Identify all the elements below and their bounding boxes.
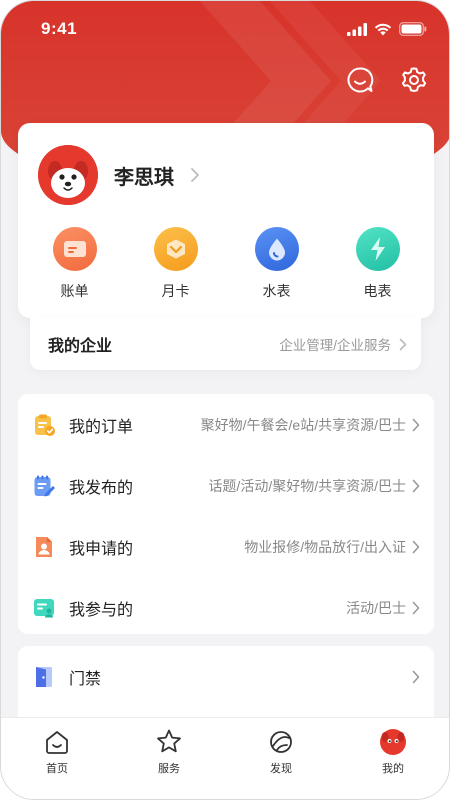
clipboard-check-icon: [32, 413, 56, 437]
quick-action-month-card[interactable]: 月卡: [136, 227, 216, 301]
my-company-row[interactable]: 我的企业 企业管理/企业服务: [30, 318, 421, 370]
wifi-icon: [374, 23, 392, 35]
home-icon: [43, 728, 71, 756]
chevron-right-icon: [412, 540, 420, 554]
tab-services[interactable]: 服务: [124, 728, 214, 799]
tab-label: 服务: [158, 763, 180, 775]
chevron-right-icon: [412, 479, 420, 493]
water-drop-icon: [254, 227, 299, 271]
bottom-tab-bar: 首页 服务 发现 我的: [1, 717, 449, 799]
menu-item-title: 我申请的: [69, 540, 134, 558]
door-icon: [32, 665, 56, 689]
menu-item-subtitle: 活动/巴士: [346, 599, 406, 616]
menu-item-title: 门禁: [69, 671, 102, 688]
planet-glyph: [270, 731, 292, 753]
edit-note-glyph: [34, 475, 55, 496]
tab-discover[interactable]: 发现: [236, 728, 326, 799]
bill-icon: [52, 227, 97, 271]
quick-action-label: 月卡: [161, 283, 190, 299]
tab-mine[interactable]: 我的: [348, 728, 438, 799]
tab-label: 我的: [382, 763, 404, 775]
signal-icon: [347, 22, 367, 36]
month-card-glyph: [166, 239, 185, 259]
bill-glyph: [63, 241, 86, 257]
quick-action-electric-meter[interactable]: 电表: [338, 227, 418, 301]
chevron-glyph: [412, 601, 420, 614]
menu-item-subtitle: 物业报修/物品放行/出入证: [244, 538, 406, 555]
planet-icon: [267, 728, 295, 756]
menu-item-title: 我发布的: [69, 479, 134, 497]
star-glyph: [157, 729, 181, 753]
lightning-icon: [355, 227, 400, 271]
menu-item-my-orders[interactable]: 我的订单 聚好物/午餐会/e站/共享资源/巴士: [18, 394, 434, 455]
phone-screen: 9:41 李思琪 账单 月卡 水表 电表 我的企业 企业管理/企业服务 我的订单…: [0, 0, 450, 800]
chat-bubble-icon: [347, 67, 374, 93]
chevron-right-icon: [412, 670, 420, 684]
battery-icon: [399, 22, 427, 36]
tab-label: 首页: [46, 763, 68, 775]
chevron-right-icon: [412, 601, 420, 615]
profile-card: 李思琪 账单 月卡 水表 电表: [18, 123, 434, 318]
lightning-glyph: [370, 237, 385, 261]
id-card-icon: [32, 596, 56, 620]
user-profile-link[interactable]: 李思琪: [38, 145, 200, 205]
clipboard-glyph: [35, 414, 55, 436]
month-card-icon: [153, 227, 198, 271]
menu-item-my-applications[interactable]: 我申请的 物业报修/物品放行/出入证: [18, 516, 434, 577]
quick-action-label: 电表: [363, 283, 392, 299]
mascot-face-glyph: [380, 729, 406, 755]
user-name: 李思琪: [114, 166, 174, 189]
application-person-icon: [32, 535, 56, 559]
avatar: [38, 145, 98, 205]
status-bar: 9:41: [1, 1, 449, 57]
company-links-text: 企业管理/企业服务: [279, 338, 391, 353]
chevron-glyph: [412, 479, 420, 492]
id-card-glyph: [34, 598, 54, 617]
application-glyph: [36, 536, 52, 557]
quick-action-bill[interactable]: 账单: [35, 227, 115, 301]
message-button[interactable]: [345, 65, 375, 95]
home-glyph: [46, 731, 68, 754]
door-glyph: [36, 667, 52, 687]
menu-item-my-posts[interactable]: 我发布的 话题/活动/聚好物/共享资源/巴士: [18, 455, 434, 516]
edit-note-icon: [32, 474, 56, 498]
menu-item-my-participation[interactable]: 我参与的 活动/巴士: [18, 577, 434, 638]
header-actions: [345, 65, 429, 95]
dog-mascot-avatar-icon: [38, 145, 98, 205]
tab-label: 发现: [270, 763, 292, 775]
quick-action-water-meter[interactable]: 水表: [237, 227, 317, 301]
chevron-right-icon: [399, 338, 407, 350]
gear-icon: [401, 67, 427, 92]
quick-actions: 账单 月卡 水表 电表: [18, 227, 434, 301]
status-time: 9:41: [41, 19, 78, 38]
chevron-glyph: [412, 670, 420, 684]
access-control-card: 门禁: [18, 646, 434, 718]
activity-menu-card: 我的订单 聚好物/午餐会/e站/共享资源/巴士 我发布的 话题/活动/聚好物/共: [18, 394, 434, 634]
chevron-right-icon: [412, 418, 420, 432]
water-drop-glyph: [268, 238, 285, 261]
chevron-glyph: [412, 418, 420, 431]
quick-action-label: 水表: [262, 283, 291, 299]
company-title: 我的企业: [48, 338, 113, 355]
menu-item-access-control[interactable]: 门禁: [18, 646, 434, 708]
status-icons: [347, 22, 427, 36]
chevron-glyph: [412, 540, 420, 553]
company-links: 企业管理/企业服务: [279, 334, 407, 354]
menu-item-title: 我的订单: [69, 418, 134, 436]
mascot-face-icon: [379, 728, 407, 756]
tab-home[interactable]: 首页: [12, 728, 102, 799]
menu-item-title: 我参与的: [69, 601, 134, 619]
star-icon: [155, 728, 183, 756]
chevron-right-icon: [191, 168, 199, 182]
settings-button[interactable]: [399, 65, 429, 95]
menu-item-subtitle: 话题/活动/聚好物/共享资源/巴士: [208, 477, 406, 494]
quick-action-label: 账单: [60, 283, 89, 299]
menu-item-subtitle: 聚好物/午餐会/e站/共享资源/巴士: [200, 416, 406, 433]
